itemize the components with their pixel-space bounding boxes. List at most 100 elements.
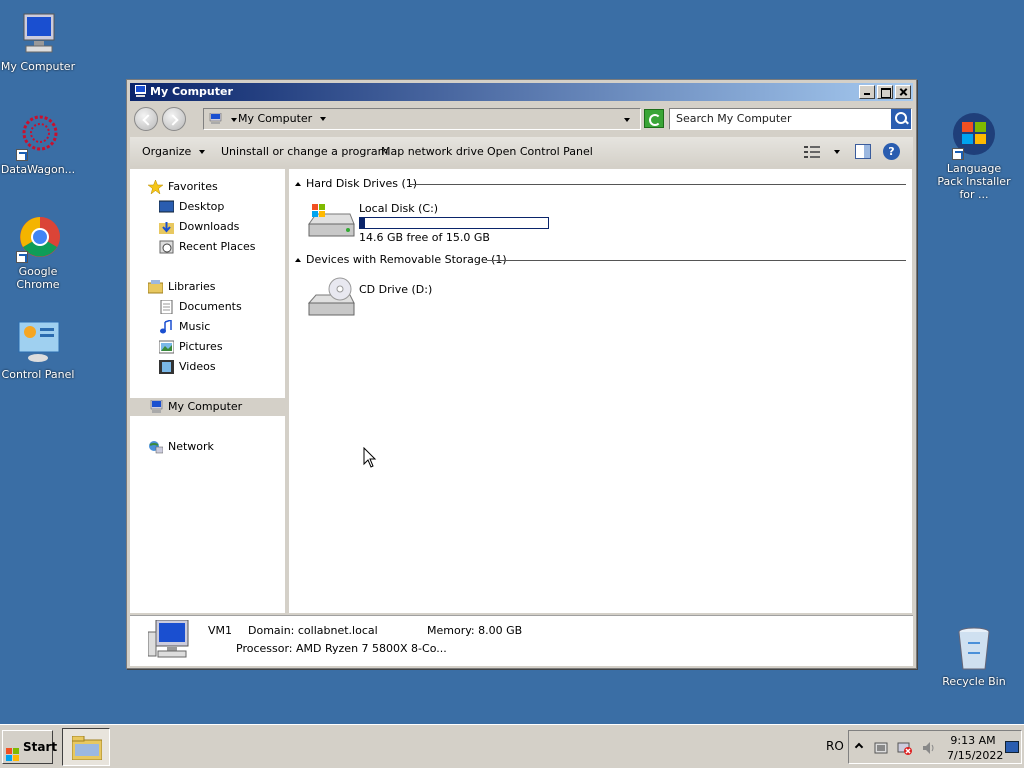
- collapse-group-icon[interactable]: [295, 258, 301, 262]
- computer-icon: [148, 399, 163, 414]
- taskbar-explorer-button[interactable]: [62, 728, 110, 766]
- action-center-icon[interactable]: [873, 740, 889, 756]
- start-button[interactable]: Start: [2, 730, 57, 764]
- windows-logo-icon: [950, 112, 998, 160]
- datawagon-logo-icon: [14, 113, 62, 161]
- nav-label: Pictures: [179, 340, 223, 353]
- computer-icon: [147, 619, 194, 660]
- view-options-dropdown-icon[interactable]: [834, 150, 840, 154]
- window-title: My Computer: [150, 85, 233, 98]
- preview-pane-icon[interactable]: [855, 144, 871, 159]
- desktop-icon-control-panel[interactable]: Control Panel: [0, 318, 78, 381]
- desktop-icon-label: Language Pack Installer for ...: [937, 162, 1011, 201]
- help-icon[interactable]: ?: [883, 143, 900, 160]
- nav-label: Network: [168, 440, 214, 453]
- documents-icon: [159, 299, 174, 315]
- back-button[interactable]: [134, 107, 158, 131]
- drive-name: CD Drive (D:): [359, 283, 433, 296]
- clock-date: 7/15/2022: [947, 749, 1004, 762]
- refresh-button[interactable]: [644, 109, 664, 128]
- chrome-icon: [14, 215, 62, 263]
- hard-drive-icon: [306, 202, 356, 246]
- show-hidden-icons-button[interactable]: [854, 742, 864, 752]
- recycle-bin-icon: [950, 625, 998, 673]
- volume-icon[interactable]: [921, 740, 937, 756]
- group-header-label: Devices with Removable Storage (1): [306, 253, 507, 266]
- search-icon[interactable]: [891, 109, 911, 129]
- libraries-icon: [147, 280, 164, 294]
- group-header-removable-storage[interactable]: Devices with Removable Storage (1): [295, 252, 507, 268]
- drive-free-space: 14.6 GB free of 15.0 GB: [359, 231, 490, 244]
- address-field[interactable]: My Computer: [203, 108, 641, 130]
- shortcut-arrow-icon: [16, 251, 28, 263]
- nav-label: Favorites: [168, 180, 218, 193]
- videos-icon: [159, 360, 174, 374]
- nav-label: Libraries: [168, 280, 216, 293]
- computer-icon: [133, 85, 147, 98]
- address-bar: My Computer Search My Computer: [130, 104, 913, 134]
- chevron-down-icon[interactable]: [319, 117, 326, 121]
- chevron-down-icon[interactable]: [231, 118, 237, 122]
- desktop-icon-recycle-bin[interactable]: Recycle Bin: [934, 625, 1014, 688]
- computer-icon: [14, 10, 62, 58]
- command-bar: Organize Uninstall or change a program M…: [130, 137, 913, 167]
- forward-button[interactable]: [162, 107, 186, 131]
- desktop-icon-my-computer[interactable]: My Computer: [0, 10, 78, 73]
- title-bar[interactable]: My Computer: [130, 83, 913, 101]
- change-view-icon[interactable]: [804, 145, 820, 159]
- show-desktop-button[interactable]: [1005, 741, 1019, 753]
- nav-label: Videos: [179, 360, 216, 373]
- my-computer-window: My Computer My Computer Search My Comput…: [126, 79, 917, 669]
- nav-item-my-computer[interactable]: My Computer: [130, 398, 287, 416]
- desktop-icon-language-pack[interactable]: Language Pack Installer for ...: [934, 112, 1014, 201]
- shortcut-arrow-icon: [16, 149, 28, 161]
- content-pane: Hard Disk Drives (1) Local Disk (C:) 14.…: [289, 169, 912, 613]
- drive-usage-fill: [360, 218, 366, 228]
- organize-label: Organize: [142, 145, 192, 158]
- cd-drive-icon: [306, 277, 356, 321]
- uninstall-program-button[interactable]: Uninstall or change a program: [217, 137, 392, 167]
- open-control-panel-button[interactable]: Open Control Panel: [483, 137, 597, 167]
- nav-label: Documents: [179, 300, 242, 313]
- star-icon: [147, 179, 164, 195]
- nav-label: Music: [179, 320, 211, 333]
- search-input[interactable]: Search My Computer: [669, 108, 912, 130]
- group-header-hard-disk-drives[interactable]: Hard Disk Drives (1): [295, 176, 417, 192]
- computer-processor: Processor: AMD Ryzen 7 5800X 8-Co...: [236, 642, 447, 655]
- organize-button[interactable]: Organize: [138, 137, 213, 167]
- nav-label: My Computer: [168, 400, 243, 413]
- details-pane: VM1 Domain: collabnet.local Memory: 8.00…: [130, 615, 913, 666]
- desktop-icon-label: Google Chrome: [16, 265, 60, 291]
- network-disconnected-icon[interactable]: [897, 740, 913, 756]
- nav-label: Downloads: [179, 220, 240, 233]
- chevron-down-icon: [199, 150, 206, 154]
- system-clock[interactable]: 9:13 AM 7/15/2022: [947, 733, 1004, 763]
- clock-time: 9:13 AM: [950, 734, 996, 747]
- windows-logo-icon: [6, 741, 20, 761]
- collapse-group-icon[interactable]: [295, 182, 301, 186]
- desktop-icon-datawagon[interactable]: DataWagon...: [0, 113, 78, 176]
- group-header-label: Hard Disk Drives (1): [306, 177, 418, 190]
- nav-label: Desktop: [179, 200, 225, 213]
- computer-name: VM1: [208, 624, 233, 637]
- desktop-icon-label: Recycle Bin: [942, 675, 1006, 688]
- control-panel-icon: [14, 318, 62, 366]
- map-network-drive-button[interactable]: Map network drive: [377, 137, 488, 167]
- music-icon: [159, 318, 174, 334]
- notification-area: 9:13 AM 7/15/2022: [848, 730, 1022, 764]
- desktop-icon-label: My Computer: [0, 60, 76, 73]
- navigation-pane: Favorites Desktop Downloads Recent Place…: [130, 169, 287, 613]
- search-placeholder: Search My Computer: [676, 112, 792, 125]
- minimize-button[interactable]: [859, 85, 875, 99]
- nav-label: Recent Places: [179, 240, 256, 253]
- desktop-icon-label: DataWagon...: [0, 163, 76, 176]
- taskbar: Start RO 9:13 AM 7/15/2022: [0, 724, 1024, 768]
- address-location[interactable]: My Computer: [238, 112, 312, 125]
- maximize-button[interactable]: [877, 85, 893, 99]
- close-button[interactable]: [895, 85, 911, 99]
- address-history-dropdown-icon[interactable]: [624, 118, 630, 122]
- desktop-icon-google-chrome[interactable]: Google Chrome: [0, 215, 78, 291]
- desktop-icon: [158, 200, 175, 214]
- input-language-indicator[interactable]: RO: [826, 739, 844, 753]
- drive-usage-bar: [359, 217, 549, 229]
